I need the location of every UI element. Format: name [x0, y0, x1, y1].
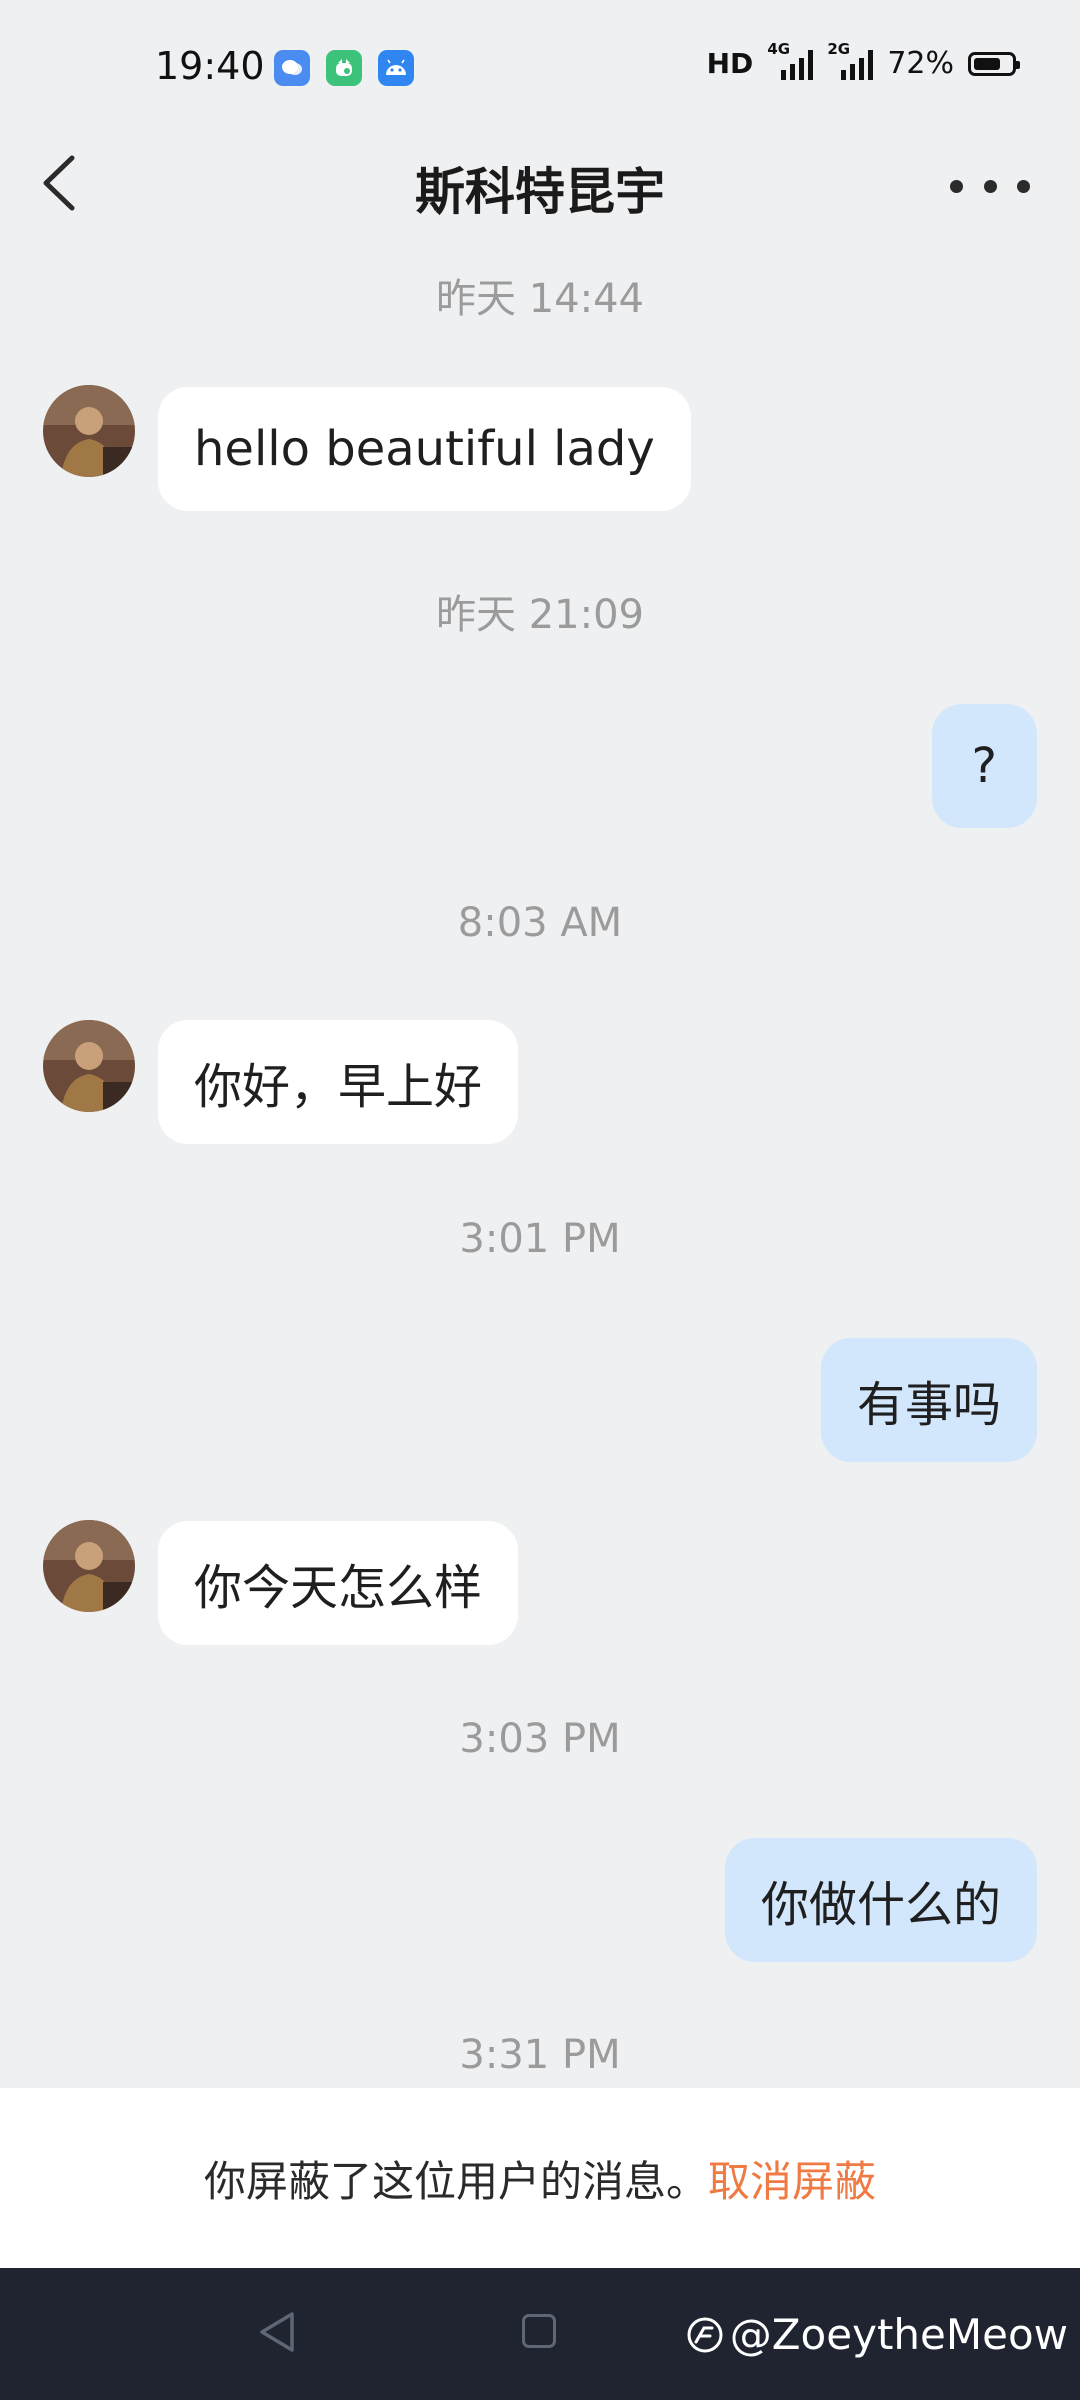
watermark-text: @ZoeytheMeow — [729, 2310, 1068, 2359]
green-app-icon — [326, 50, 362, 86]
more-options-button[interactable] — [950, 166, 1030, 206]
network-2g-label: 2G — [827, 39, 851, 58]
network-4g-label: 4G — [767, 39, 791, 58]
watermark: @ZoeytheMeow — [686, 2310, 1068, 2359]
message-text: 有事吗 — [856, 1377, 1001, 1433]
signal-2g-icon: 2G — [827, 40, 874, 80]
battery-fill — [974, 57, 1000, 70]
weibo-logo-icon — [687, 2317, 723, 2352]
incoming-message[interactable]: 你今天怎么样 — [158, 1521, 519, 1645]
avatar[interactable] — [43, 385, 135, 477]
message-timestamp: 3:03 PM — [459, 1716, 621, 1762]
message-timestamp: 8:03 AM — [457, 900, 623, 946]
status-time: 19:40 — [155, 44, 265, 88]
message-timestamp: 3:31 PM — [459, 2032, 621, 2078]
message-text: ? — [971, 738, 997, 794]
android-icon — [378, 50, 414, 86]
outgoing-message[interactable]: 有事吗 — [820, 1338, 1037, 1462]
chat-bubble-icon — [274, 50, 310, 86]
unblock-link[interactable]: 取消屏蔽 — [708, 2148, 876, 2209]
battery-percent: 72% — [887, 46, 954, 81]
message-timestamp: 3:01 PM — [459, 1216, 621, 1262]
message-text: 你做什么的 — [760, 1877, 1001, 1933]
hd-indicator: HD — [706, 47, 754, 80]
status-bar: 19:40 HD 4G 2G 72% — [0, 0, 1080, 136]
avatar[interactable] — [43, 1020, 135, 1112]
nav-back-icon[interactable] — [258, 2310, 298, 2354]
incoming-message[interactable]: 你好，早上好 — [158, 1020, 519, 1144]
outgoing-message[interactable]: ? — [931, 704, 1037, 828]
battery-icon — [968, 51, 1020, 76]
message-text: 你好，早上好 — [194, 1059, 483, 1115]
signal-4g-icon: 4G — [767, 40, 814, 80]
nav-home-icon[interactable] — [522, 2314, 556, 2348]
avatar[interactable] — [43, 1520, 135, 1612]
message-text: 你今天怎么样 — [194, 1560, 483, 1616]
message-text: hello beautiful lady — [194, 421, 655, 477]
chat-header: 斯科特昆宇 — [0, 136, 1080, 232]
message-timestamp: 昨天 21:09 — [436, 592, 644, 638]
message-timestamp: 昨天 14:44 — [436, 276, 644, 322]
page-title: 斯科特昆宇 — [415, 163, 665, 221]
block-notice-text: 你屏蔽了这位用户的消息。 — [203, 2156, 708, 2206]
system-nav-bar: @ZoeytheMeow — [0, 2268, 1080, 2400]
more-dots-icon — [950, 179, 963, 193]
block-notice-bar: 你屏蔽了这位用户的消息。 取消屏蔽 — [0, 2088, 1080, 2268]
incoming-message[interactable]: hello beautiful lady — [158, 387, 691, 511]
outgoing-message[interactable]: 你做什么的 — [724, 1838, 1037, 1962]
